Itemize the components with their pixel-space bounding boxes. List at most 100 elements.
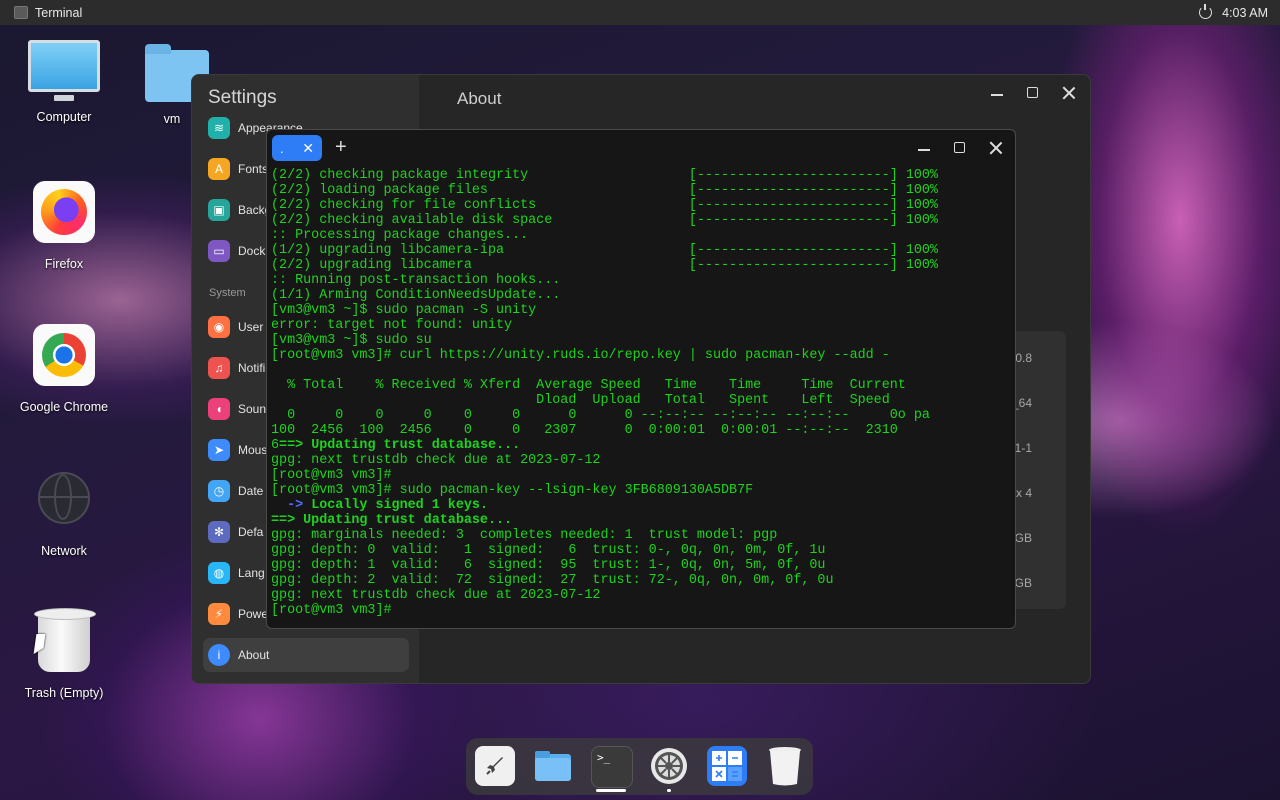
sidebar-item-label: Date <box>238 484 264 498</box>
terminal-line: (2/2) checking for file conflicts [-----… <box>271 198 938 213</box>
settings-title: Settings <box>208 87 277 108</box>
sidebar-item-power[interactable]: ⚡ Powe <box>208 601 268 627</box>
network-icon <box>38 472 90 524</box>
sidebar-item-fonts[interactable]: A Fonts <box>208 156 268 182</box>
mouse-icon: ➤ <box>208 439 230 461</box>
desktop-icon-label: Firefox <box>44 257 84 271</box>
terminal-line: [root@vm3 vm3]# curl https://unity.ruds.… <box>271 348 890 363</box>
terminal-line: ==> Updating trust database... <box>271 513 513 528</box>
desktop-icon-network[interactable]: Network <box>4 472 124 558</box>
terminal-line: gpg: depth: 1 valid: 6 signed: 95 trust:… <box>271 558 826 573</box>
terminal-line: gpg: next trustdb check due at 2023-07-1… <box>271 588 601 603</box>
desktop-icon-chrome[interactable]: Google Chrome <box>4 324 124 414</box>
desktop-icon-computer[interactable]: Computer <box>4 40 124 124</box>
sidebar-item-language[interactable]: ◍ Lang <box>208 560 265 586</box>
sidebar-item-label: Dock <box>238 244 266 258</box>
sidebar-item-notifications[interactable]: ♫ Notifi <box>208 355 265 381</box>
terminal-line: -> Locally signed 1 keys. <box>287 498 488 513</box>
terminal-line: % Total % Received % Xferd Average Speed… <box>271 378 906 393</box>
dock-item-calculator[interactable] <box>707 746 747 786</box>
terminal-line: gpg: depth: 0 valid: 1 signed: 6 trust: … <box>271 543 826 558</box>
active-app-name: Terminal <box>35 5 83 20</box>
sidebar-item-label: Mous <box>238 443 268 457</box>
sidebar-item-dock[interactable]: ▭ Dock <box>208 238 265 264</box>
active-app[interactable]: Terminal <box>0 6 82 20</box>
dock-item-settings[interactable] <box>649 746 689 786</box>
terminal-close-button[interactable] <box>989 141 1003 155</box>
settings-pane-title: About <box>457 89 502 108</box>
terminal-line: (1/2) upgrading libcamera-ipa [---------… <box>271 243 938 258</box>
terminal-icon: >_ <box>597 751 611 764</box>
info-icon: i <box>208 644 230 666</box>
dock-item-trash[interactable] <box>765 746 805 786</box>
sidebar-item-label: About <box>238 648 270 662</box>
desktop-icon-trash[interactable]: Trash (Empty) <box>4 608 124 700</box>
dock-icon: ▭ <box>208 240 230 262</box>
sidebar-item-label: Fonts <box>238 162 269 176</box>
terminal-line: 6==> Updating trust database... <box>271 438 521 453</box>
terminal-tab-label: . <box>280 140 284 156</box>
top-bar: Terminal 4:03 AM <box>0 0 1280 25</box>
sidebar-item-label: Defa <box>238 525 264 539</box>
sidebar-item-label: Notifi <box>238 361 266 375</box>
settings-icon <box>651 748 687 784</box>
desktop-icon-label: vm <box>163 112 181 126</box>
terminal-minimize-button[interactable] <box>917 141 931 155</box>
desktop-icon-firefox[interactable]: Firefox <box>4 181 124 271</box>
sidebar-item-label: User <box>238 320 264 334</box>
trash-icon <box>34 608 96 672</box>
computer-icon <box>28 40 100 101</box>
terminal-line: (1/1) Arming ConditionNeedsUpdate... <box>271 288 561 303</box>
terminal-line: [root@vm3 vm3]# <box>271 468 392 483</box>
minimize-button[interactable] <box>990 86 1004 100</box>
trash-icon <box>769 747 801 786</box>
default-apps-icon: ✻ <box>208 521 230 543</box>
running-indicator <box>596 789 626 792</box>
firefox-icon <box>41 189 87 235</box>
clock[interactable]: 4:03 AM <box>1222 6 1268 20</box>
files-icon <box>535 751 571 781</box>
terminal-maximize-button[interactable] <box>953 141 967 155</box>
sidebar-item-sound[interactable]: ◖ Soun <box>208 396 266 422</box>
sidebar-item-mouse[interactable]: ➤ Mous <box>208 437 267 463</box>
close-button[interactable] <box>1062 86 1076 100</box>
terminal-titlebar[interactable]: . ✕ + <box>267 130 1015 166</box>
maximize-button[interactable] <box>1026 86 1040 100</box>
user-icon: ◉ <box>208 316 230 338</box>
terminal-app-icon <box>14 6 28 19</box>
dock-item-launcher[interactable] <box>475 746 515 786</box>
terminal-line: :: Running post-transaction hooks... <box>271 273 561 288</box>
new-tab-button[interactable]: + <box>335 136 347 159</box>
sidebar-item-about[interactable]: i About <box>208 642 269 668</box>
sound-icon: ◖ <box>208 398 230 420</box>
terminal-line: [vm3@vm3 ~]$ sudo su <box>271 333 432 348</box>
terminal-line: (2/2) loading package files [-----------… <box>271 183 938 198</box>
desktop-icon-label: Network <box>41 544 87 558</box>
calculator-icon <box>712 751 742 781</box>
language-icon: ◍ <box>208 562 230 584</box>
terminal-line: (2/2) upgrading libcamera [-------------… <box>271 258 938 273</box>
notifications-icon: ♫ <box>208 357 230 379</box>
terminal-line: [root@vm3 vm3]# <box>271 603 392 618</box>
terminal-tab[interactable]: . ✕ <box>272 135 322 161</box>
dock-item-terminal[interactable]: >_ <box>591 746 633 788</box>
desktop-icon-label: Trash (Empty) <box>24 686 104 700</box>
terminal-window[interactable]: . ✕ + (2/2) checking package integrity [… <box>266 129 1016 629</box>
fonts-icon: A <box>208 158 230 180</box>
sidebar-item-date[interactable]: ◷ Date <box>208 478 263 504</box>
terminal-output[interactable]: (2/2) checking package integrity [------… <box>271 168 1015 618</box>
sidebar-item-user[interactable]: ◉ User <box>208 314 263 340</box>
sidebar-item-default-apps[interactable]: ✻ Defa <box>208 519 263 545</box>
chrome-icon <box>42 333 86 377</box>
terminal-line: gpg: depth: 2 valid: 72 signed: 27 trust… <box>271 573 834 588</box>
dock-item-files[interactable] <box>533 746 573 786</box>
sidebar-item-background[interactable]: ▣ Backg <box>208 197 271 223</box>
terminal-line: gpg: marginals needed: 3 completes neede… <box>271 528 778 543</box>
terminal-line: [vm3@vm3 ~]$ sudo pacman -S unity <box>271 303 537 318</box>
close-tab-icon[interactable]: ✕ <box>302 140 314 157</box>
terminal-line: 100 2456 100 2456 0 0 2307 0 0:00:01 0:0… <box>271 423 898 438</box>
terminal-line: [root@vm3 vm3]# sudo pacman-key --lsign-… <box>271 483 754 498</box>
desktop-icon-label: Google Chrome <box>19 400 109 414</box>
power-icon[interactable] <box>1199 4 1213 19</box>
